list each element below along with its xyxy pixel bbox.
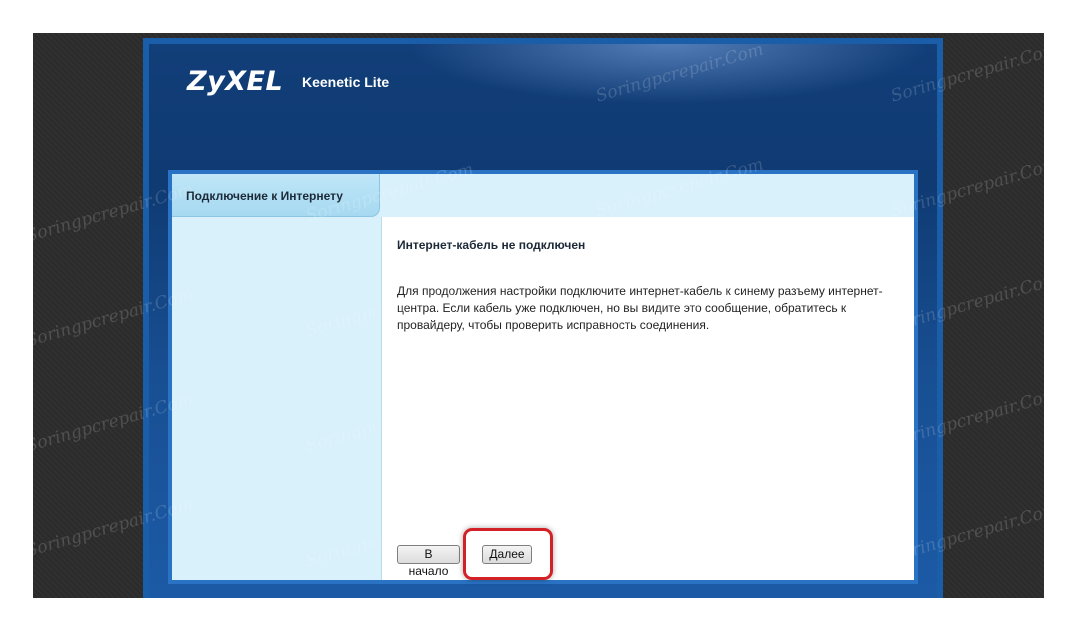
wizard-panel: Подключение к Интернету Интернет-кабель … — [172, 174, 914, 580]
next-button-highlight — [463, 528, 553, 580]
product-name: Keenetic Lite — [302, 74, 390, 90]
page-title: Интернет-кабель не подключен — [397, 238, 586, 252]
tab-internet-connection[interactable]: Подключение к Интернету — [172, 174, 380, 217]
wizard-content: Интернет-кабель не подключен Для продолж… — [381, 217, 914, 580]
zyxel-logo: ZyXEL — [187, 66, 284, 97]
screenshot-frame: ZyXEL Keenetic Lite Подключение к Интерн… — [33, 33, 1044, 598]
back-to-start-button[interactable]: В начало — [397, 545, 460, 578]
tab-label: Подключение к Интернету — [186, 189, 343, 203]
info-message: Для продолжения настройки подключите инт… — [397, 284, 883, 332]
